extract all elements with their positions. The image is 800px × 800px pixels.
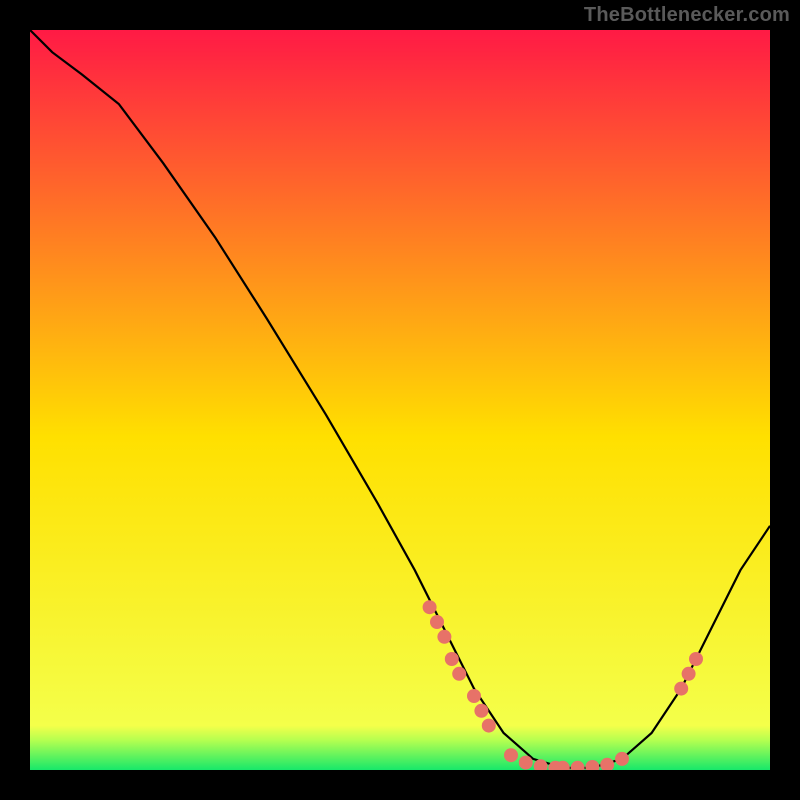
data-point [445, 652, 459, 666]
data-point [682, 667, 696, 681]
watermark: TheBottlenecker.com [584, 4, 790, 27]
data-point [423, 600, 437, 614]
data-point [519, 756, 533, 770]
data-point [452, 667, 466, 681]
data-point [437, 630, 451, 644]
data-point [504, 748, 518, 762]
plot-area [30, 30, 770, 770]
data-point [482, 719, 496, 733]
data-point [430, 615, 444, 629]
data-point [615, 752, 629, 766]
chart-svg [30, 30, 770, 770]
gradient-background [30, 30, 770, 770]
data-point [674, 682, 688, 696]
chart-container: TheBottlenecker.com [0, 0, 800, 800]
data-point [474, 704, 488, 718]
data-point [689, 652, 703, 666]
data-point [467, 689, 481, 703]
